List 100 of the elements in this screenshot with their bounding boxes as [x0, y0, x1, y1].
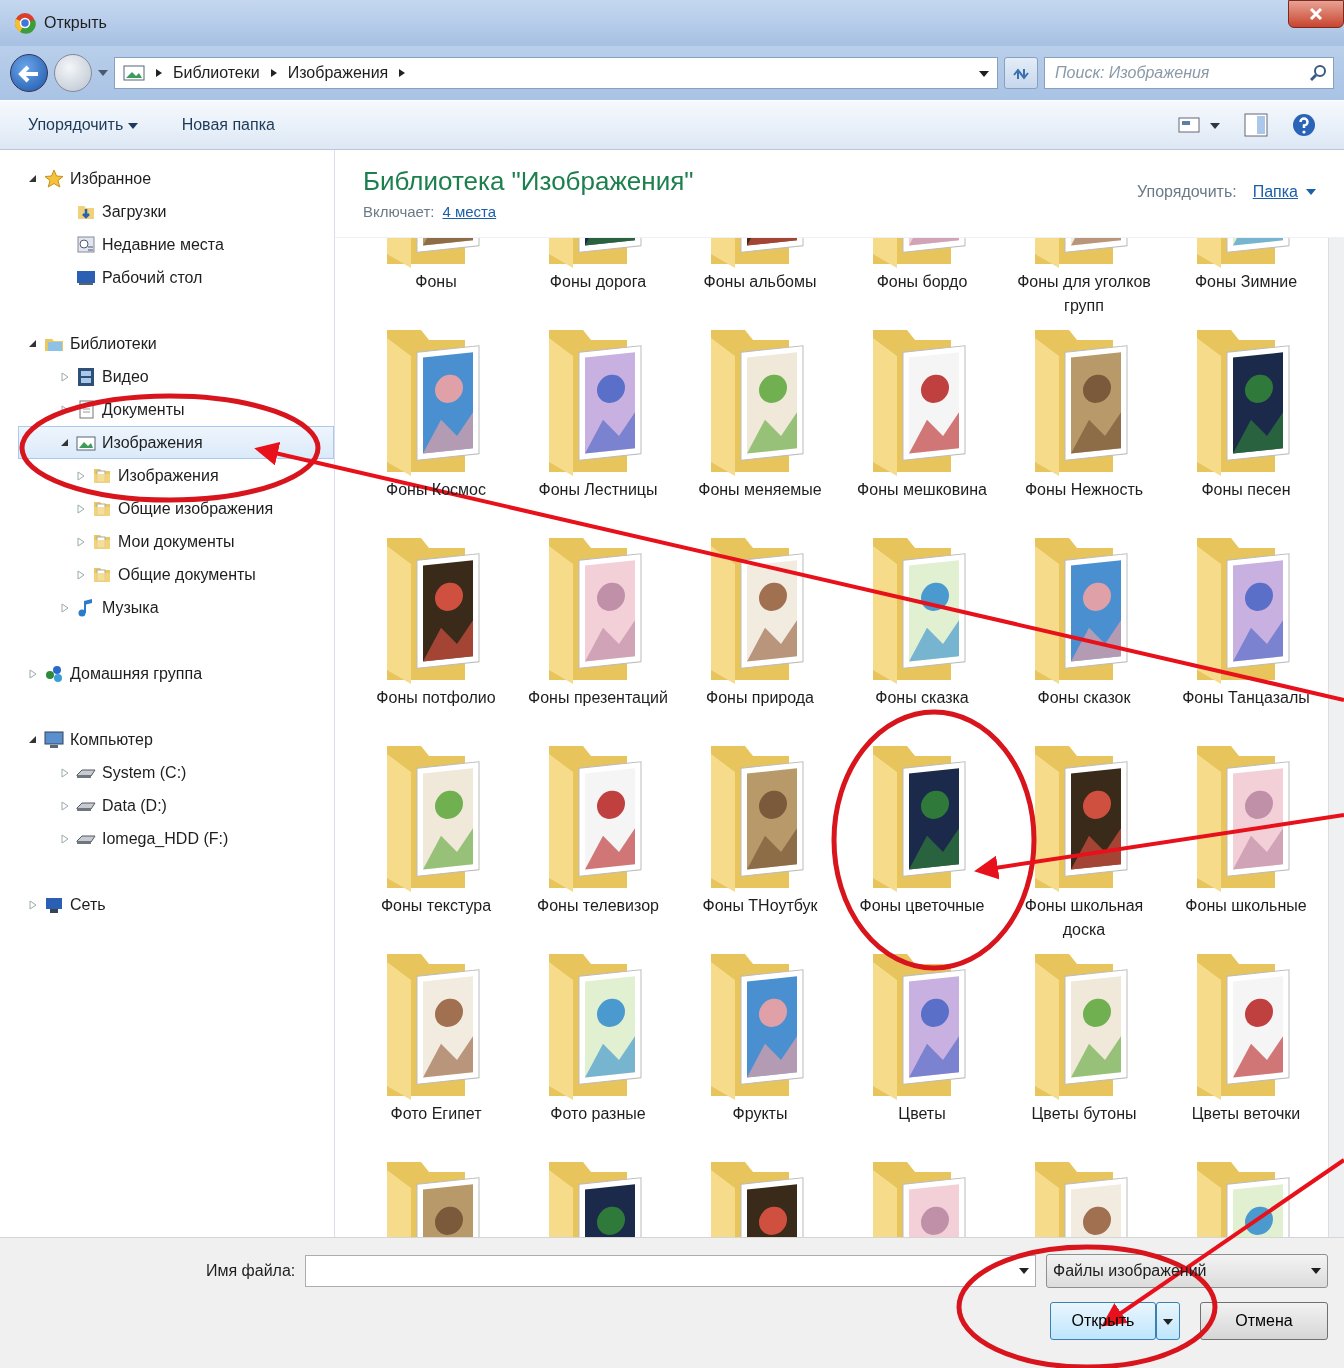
cancel-button[interactable]: Отмена [1200, 1302, 1328, 1340]
view-icon[interactable] [1178, 115, 1220, 135]
folder-name: Фоны меняемые [697, 480, 823, 500]
tree-item[interactable]: Изображения [18, 426, 334, 459]
tree-item[interactable]: Сеть [0, 888, 334, 921]
includes-label: Включает: [363, 202, 435, 222]
folder-name: Фоны презентаций [527, 688, 669, 708]
tree-item[interactable]: System (C:) [0, 756, 334, 789]
folder-name: Фото разные [549, 1104, 647, 1124]
tree-item[interactable]: Домашняя группа [0, 657, 334, 690]
tree-item[interactable]: Рабочий стол [0, 261, 334, 294]
filename-field[interactable] [305, 1255, 1036, 1287]
help-icon[interactable] [1292, 113, 1316, 137]
collapse-arrow-icon[interactable] [28, 338, 38, 349]
tree-label: Мои документы [118, 531, 235, 552]
new-folder-button[interactable]: Новая папка [181, 113, 275, 137]
tree-label: System (C:) [102, 762, 187, 783]
tree-item[interactable]: Мои документы [0, 525, 334, 558]
breadcrumb[interactable]: Библиотеки [173, 61, 260, 85]
folder-name: Фоны Танцазалы [1181, 688, 1311, 708]
refresh-button[interactable] [1004, 57, 1038, 89]
close-icon [1309, 8, 1323, 20]
open-options-button[interactable] [1156, 1302, 1180, 1340]
caret-icon[interactable] [1019, 1267, 1029, 1275]
tree-label: Документы [102, 399, 185, 420]
tree-item[interactable]: Видео [0, 360, 334, 393]
tree-label: Библиотеки [70, 333, 157, 354]
folder-name: Фоны природа [705, 688, 815, 708]
folder-name: Фоны бордо [875, 272, 969, 292]
collapse-arrow-icon[interactable] [60, 437, 70, 448]
folder-name: Фрукты [731, 1104, 789, 1124]
filename-label: Имя файла: [206, 1261, 296, 1281]
folder-name: Фоны песен [1200, 480, 1292, 500]
tree-item[interactable]: Загрузки [0, 195, 334, 228]
search-icon[interactable] [1310, 64, 1328, 82]
tree-item[interactable]: Data (D:) [0, 789, 334, 822]
tree-item[interactable]: Избранное [0, 162, 334, 195]
app-icon [14, 12, 36, 34]
tree-item[interactable]: Библиотеки [0, 327, 334, 360]
address-field[interactable]: Библиотеки Изображения [114, 57, 998, 89]
back-button[interactable] [10, 54, 48, 92]
forward-button[interactable] [54, 54, 92, 92]
collapse-arrow-icon[interactable] [28, 173, 38, 184]
folder-name: Фоны школьные [1184, 896, 1308, 916]
caret-icon [979, 69, 989, 78]
folder-name: Фоны школьная доска [1023, 896, 1145, 940]
organize-menu[interactable]: Упорядочить [28, 113, 138, 137]
caret-icon [127, 121, 138, 130]
folder-name: Фоны альбомы [702, 272, 818, 292]
chevron-icon[interactable] [398, 68, 407, 78]
tree-label: Загрузки [102, 201, 167, 222]
folder-name: Фоны телевизор [536, 896, 660, 916]
tree-item[interactable]: Компьютер [0, 723, 334, 756]
scrollbar[interactable] [1328, 238, 1344, 1237]
picture-icon [123, 64, 145, 82]
tree-label: Data (D:) [102, 795, 167, 816]
folder-name: Фоны мешковина [856, 480, 988, 500]
caret-icon [1163, 1317, 1173, 1326]
chevron-icon[interactable] [269, 68, 278, 78]
folder-name: Цветы веточки [1190, 1104, 1302, 1124]
tree-item[interactable]: Изображения [0, 459, 334, 492]
locations-link[interactable]: 4 места [442, 201, 497, 224]
folder-name: Фоны Космос [385, 480, 487, 500]
tree-label: Изображения [118, 465, 219, 486]
caret-icon [1306, 188, 1316, 196]
window-title: Открыть [44, 13, 107, 33]
star-icon [44, 168, 64, 189]
folder-name: Цветы [897, 1104, 947, 1124]
tree-label: Общие документы [118, 564, 256, 585]
arrange-label: Упорядочить: [1137, 182, 1237, 202]
folder-name: Фоны Зимние [1193, 272, 1299, 292]
tree-item[interactable]: Недавние места [0, 228, 334, 261]
collapse-arrow-icon[interactable] [28, 734, 38, 745]
folder-name: Фоны цветочные [858, 896, 986, 916]
tree-item[interactable]: Документы [0, 393, 334, 426]
arrange-dropdown[interactable]: Папка [1252, 180, 1316, 204]
tree-item[interactable]: Общие изображения [0, 492, 334, 525]
folder-name: Фоны дорога [548, 272, 648, 292]
tree-label: Изображения [102, 432, 203, 453]
folder-name: Фоны текстура [379, 896, 493, 916]
breadcrumb[interactable]: Изображения [287, 61, 389, 85]
tree-item[interactable]: Iomega_HDD (F:) [0, 822, 334, 855]
caret-icon [1311, 1267, 1321, 1275]
folder-name: Фоны для уголков групп [1016, 272, 1152, 316]
search-field[interactable]: Поиск: Изображения [1044, 57, 1334, 89]
tree-label: Избранное [70, 168, 152, 189]
tree-label: Iomega_HDD (F:) [102, 828, 229, 849]
computer-icon [44, 729, 64, 750]
tree-label: Рабочий стол [102, 267, 203, 288]
close-button[interactable] [1288, 0, 1344, 28]
recent-places-icon [76, 234, 96, 255]
chevron-icon[interactable] [155, 68, 163, 78]
folder-name: Фоны [414, 272, 458, 292]
tree-item[interactable]: Музыка [0, 591, 334, 624]
folder-name: Фоны сказок [1036, 688, 1132, 708]
tree-item[interactable]: Общие документы [0, 558, 334, 591]
folder-name: Фоны потфолио [375, 688, 497, 708]
tree-label: Общие изображения [118, 498, 274, 519]
library-title: Библиотека "Изображения" [363, 165, 694, 198]
homegroup-icon [44, 663, 64, 684]
